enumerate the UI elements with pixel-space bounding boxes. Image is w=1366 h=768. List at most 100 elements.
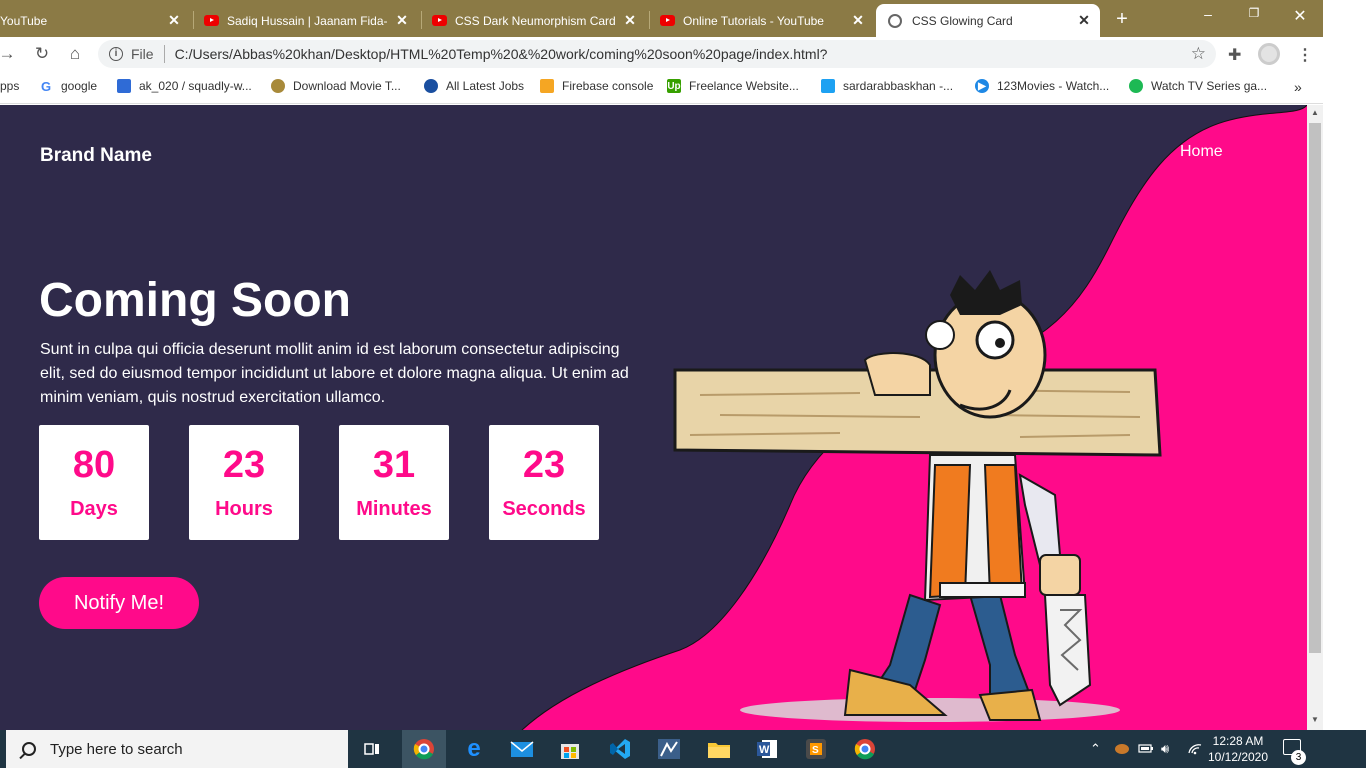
- search-icon: [22, 742, 36, 756]
- bookmark-label: Watch TV Series ga...: [1151, 79, 1268, 93]
- tab-sadiq-hussain[interactable]: Sadiq Hussain | Jaanam Fida-e ✕: [196, 4, 418, 37]
- chrome-second-taskbar-icon[interactable]: [843, 730, 887, 768]
- app-tray-icon[interactable]: [1114, 741, 1130, 758]
- countdown-unit: Days: [70, 498, 118, 520]
- url-text[interactable]: C:/Users/Abbas%20khan/Desktop/HTML%20Tem…: [175, 46, 828, 62]
- svg-text:S: S: [812, 745, 819, 756]
- tab-title: Sadiq Hussain | Jaanam Fida-e: [227, 13, 388, 28]
- site-icon: [1129, 79, 1143, 93]
- countdown-value: 23: [522, 444, 566, 486]
- bookmark-download-movie[interactable]: Download Movie T...: [271, 79, 401, 93]
- battery-icon[interactable]: [1138, 741, 1154, 758]
- tab-css-glowing-card[interactable]: CSS Glowing Card ✕: [876, 4, 1100, 37]
- site-icon: [821, 79, 835, 93]
- page-scrollbar[interactable]: ▲ ▼: [1307, 105, 1323, 730]
- countdown-seconds: 23 Seconds: [489, 425, 599, 540]
- bookmark-label: Apps: [0, 79, 20, 93]
- bookmark-firebase[interactable]: Firebase console: [540, 79, 653, 93]
- countdown-days: 80 Days: [39, 425, 149, 540]
- close-window-icon[interactable]: ✕: [1290, 6, 1310, 26]
- extensions-puzzle-icon[interactable]: ✚: [1228, 45, 1241, 65]
- carpenter-illustration: [673, 270, 1162, 722]
- bookmark-google[interactable]: G google: [39, 78, 98, 94]
- bookmark-label: sardarabbaskhan -...: [843, 79, 954, 93]
- chrome-taskbar-icon[interactable]: [402, 730, 446, 768]
- file-explorer-taskbar-icon[interactable]: [697, 730, 741, 768]
- bookmark-latest-jobs[interactable]: All Latest Jobs: [424, 79, 524, 93]
- tab-close-icon[interactable]: ✕: [850, 12, 866, 29]
- bookmark-tv-series[interactable]: Watch TV Series ga...: [1129, 79, 1267, 93]
- nav-home-link[interactable]: Home: [1180, 143, 1223, 161]
- vscode-taskbar-icon[interactable]: [598, 730, 642, 768]
- bookmark-star-icon[interactable]: ☆: [1191, 44, 1206, 64]
- site-icon: [271, 79, 285, 93]
- clock-time: 12:28 AM: [1212, 734, 1264, 748]
- sql-server-taskbar-icon[interactable]: [647, 730, 691, 768]
- bookmark-label: Freelance Website...: [689, 79, 799, 93]
- bookmark-label: 123Movies - Watch...: [997, 79, 1110, 93]
- more-bookmarks-chevron-icon[interactable]: »: [1294, 79, 1302, 95]
- address-bar[interactable]: i File C:/Users/Abbas%20khan/Desktop/HTM…: [98, 40, 1216, 68]
- search-placeholder: Type here to search: [50, 740, 183, 758]
- mail-taskbar-icon[interactable]: [500, 730, 544, 768]
- tab-close-icon[interactable]: ✕: [166, 12, 182, 29]
- task-view-icon[interactable]: [350, 730, 394, 768]
- taskbar-clock[interactable]: 12:28 AM 10/12/2020: [1206, 733, 1270, 765]
- tab-title: Online Tutorials - YouTube: [683, 13, 824, 28]
- windows-taskbar: Type here to search e W S ⌃ 🔊︎ 12:28 AM …: [0, 730, 1366, 768]
- countdown-hours: 23 Hours: [189, 425, 299, 540]
- countdown-unit: Minutes: [356, 498, 432, 520]
- notification-count-badge: 3: [1291, 750, 1306, 765]
- browser-tab-strip: YouTube ✕ Sadiq Hussain | Jaanam Fida-e …: [0, 0, 1323, 37]
- scroll-thumb[interactable]: [1309, 123, 1321, 653]
- tab-youtube[interactable]: YouTube ✕: [0, 4, 190, 37]
- google-icon: G: [40, 78, 52, 94]
- scheme-label: File: [131, 46, 154, 62]
- coming-soon-page: Brand Name Home Coming Soon Sunt in culp…: [0, 105, 1307, 730]
- profile-avatar[interactable]: [1258, 43, 1280, 65]
- clock-date: 10/12/2020: [1207, 750, 1269, 764]
- restore-icon[interactable]: ❐: [1244, 6, 1264, 20]
- edge-taskbar-icon[interactable]: e: [452, 730, 496, 768]
- new-tab-icon[interactable]: +: [1112, 8, 1132, 31]
- countdown-unit: Hours: [215, 498, 273, 520]
- wifi-icon[interactable]: [1187, 741, 1203, 758]
- word-taskbar-icon[interactable]: W: [745, 730, 789, 768]
- bookmark-label: google: [61, 79, 98, 93]
- notify-me-button[interactable]: Notify Me!: [39, 577, 199, 629]
- bookmark-squadly[interactable]: ak_020 / squadly-w...: [117, 79, 252, 93]
- tab-separator: [421, 11, 422, 29]
- home-icon[interactable]: ⌂: [64, 43, 86, 65]
- svg-text:W: W: [759, 744, 770, 756]
- countdown-minutes: 31 Minutes: [339, 425, 449, 540]
- tab-close-icon[interactable]: ✕: [394, 12, 410, 29]
- bookmark-freelance[interactable]: Up Freelance Website...: [667, 79, 799, 93]
- minimize-icon[interactable]: –: [1198, 6, 1218, 22]
- tab-online-tutorials[interactable]: Online Tutorials - YouTube ✕: [652, 4, 874, 37]
- scroll-down-arrow-icon[interactable]: ▼: [1307, 715, 1323, 724]
- taskbar-search-box[interactable]: Type here to search: [6, 730, 348, 768]
- youtube-icon: [204, 15, 219, 26]
- store-taskbar-icon[interactable]: [548, 730, 592, 768]
- sublime-taskbar-icon[interactable]: S: [794, 730, 838, 768]
- countdown-value: 31: [372, 444, 416, 486]
- volume-icon[interactable]: 🔊︎: [1161, 741, 1169, 757]
- show-hidden-icons-chevron-icon[interactable]: ⌃: [1090, 741, 1101, 757]
- lead-paragraph: Sunt in culpa qui officia deserunt molli…: [40, 341, 629, 406]
- bookmark-apps[interactable]: Apps: [0, 79, 19, 93]
- bookmarks-bar: Apps G google ak_020 / squadly-w... Down…: [0, 71, 1323, 104]
- reload-icon[interactable]: ↻: [31, 43, 53, 65]
- back-arrow-icon[interactable]: →: [0, 43, 18, 65]
- scroll-up-arrow-icon[interactable]: ▲: [1307, 108, 1323, 117]
- upwork-icon: Up: [667, 79, 681, 93]
- tab-separator: [193, 11, 194, 29]
- bookmark-123movies[interactable]: ▶ 123Movies - Watch...: [975, 79, 1109, 93]
- bookmark-sardarabbaskhan[interactable]: sardarabbaskhan -...: [821, 79, 953, 93]
- tab-close-icon[interactable]: ✕: [622, 12, 638, 29]
- info-icon[interactable]: i: [109, 47, 123, 61]
- youtube-icon: [432, 15, 447, 26]
- tab-neumorphism-cards[interactable]: CSS Dark Neumorphism Cards ✕: [424, 4, 646, 37]
- tab-close-icon[interactable]: ✕: [1076, 12, 1092, 29]
- brand-name[interactable]: Brand Name: [40, 145, 152, 167]
- menu-kebab-icon[interactable]: ⋮: [1297, 45, 1313, 65]
